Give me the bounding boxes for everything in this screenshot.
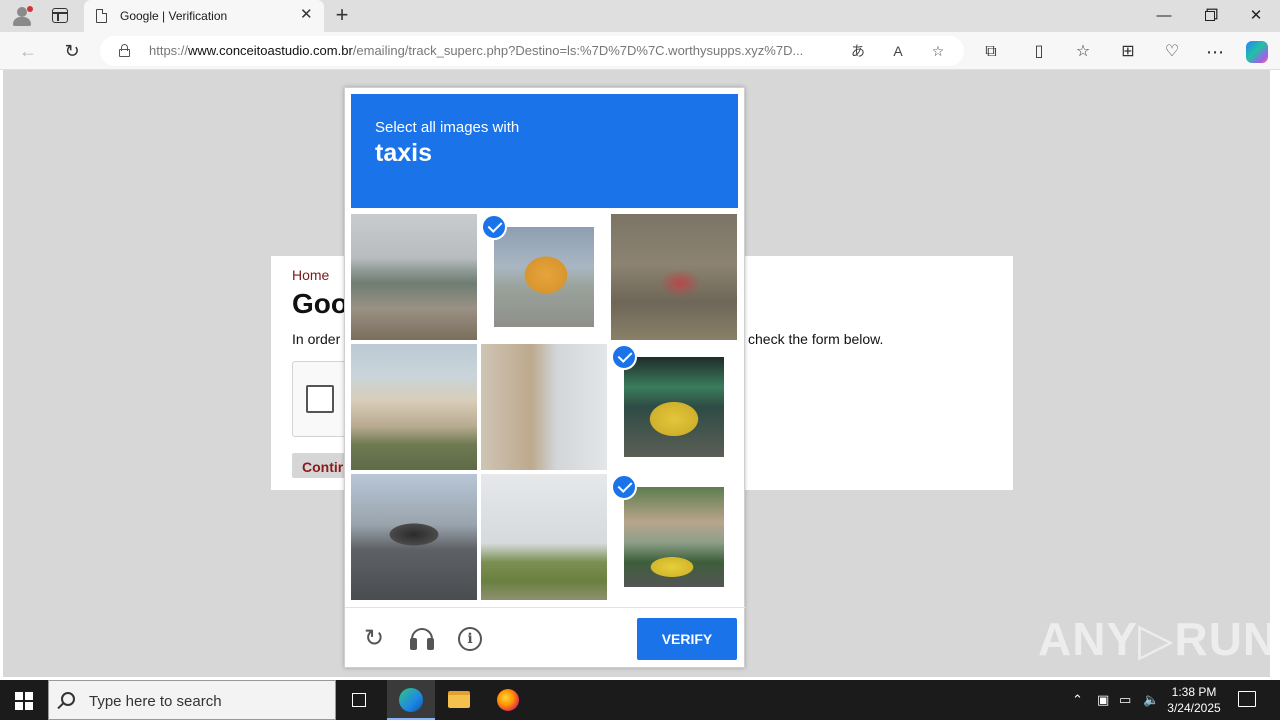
verify-button[interactable]: VERIFY: [637, 618, 737, 660]
image-tile-4[interactable]: [351, 344, 477, 470]
tile-image: [351, 214, 477, 340]
extensions-icon[interactable]: ⧉: [980, 41, 1002, 63]
clock-time: 1:38 PM: [1171, 685, 1217, 699]
notifications-icon[interactable]: [1238, 691, 1256, 707]
tile-image: [351, 344, 477, 470]
read-aloud-icon[interactable]: A: [888, 41, 908, 61]
checkmark-icon: [481, 214, 507, 240]
taskbar: Type here to search ⌃ ▣ ▭ 🔈 1:38 PM 3/24…: [0, 680, 1280, 720]
back-button[interactable]: ←: [17, 40, 39, 62]
image-tile-2[interactable]: [481, 214, 607, 340]
tile-image: [494, 227, 594, 327]
image-tile-1[interactable]: [351, 214, 477, 340]
address-bar[interactable]: https://www.conceitoastudio.com.br/email…: [100, 36, 964, 66]
translate-icon[interactable]: あ: [848, 41, 868, 61]
taskbar-search-box[interactable]: Type here to search: [48, 680, 336, 720]
checkmark-icon: [611, 344, 637, 370]
info-icon[interactable]: i: [457, 626, 483, 652]
challenge-header: Select all images with taxis: [351, 94, 738, 208]
challenge-target: taxis: [375, 139, 432, 167]
image-tile-3[interactable]: [611, 214, 737, 340]
edge-taskbar-button[interactable]: [387, 680, 435, 720]
challenge-footer: ↻ i VERIFY: [345, 607, 746, 669]
tile-image: [624, 357, 724, 457]
firefox-icon: [497, 689, 519, 711]
tile-image: [624, 487, 724, 587]
watermark-logo: ANY▷RUN: [1038, 613, 1278, 665]
windows-start-icon[interactable]: [15, 692, 33, 710]
browser-tab[interactable]: Google | Verification ✕: [84, 0, 324, 32]
search-placeholder: Type here to search: [89, 693, 222, 710]
show-hidden-icons-icon[interactable]: ⌃: [1072, 692, 1083, 708]
clock-date: 3/24/2025: [1167, 701, 1221, 715]
reload-button[interactable]: ↻: [61, 40, 83, 62]
captcha-checkbox[interactable]: [306, 385, 334, 413]
challenge-instruction: Select all images with: [375, 119, 520, 136]
close-tab-icon[interactable]: ✕: [300, 7, 313, 23]
captcha-challenge: Select all images with taxis ↻ i VERIFY: [344, 87, 746, 669]
intro-text-end: check the form below.: [748, 331, 884, 347]
file-explorer-button[interactable]: [435, 680, 483, 720]
performance-icon[interactable]: ♡: [1161, 41, 1183, 63]
tile-image: [481, 344, 607, 470]
reload-challenge-icon[interactable]: ↻: [361, 626, 387, 652]
profile-avatar-icon[interactable]: [10, 4, 34, 28]
tab-actions-icon[interactable]: [52, 8, 68, 23]
minimize-button[interactable]: —: [1154, 6, 1174, 26]
more-menu-icon[interactable]: ⋯: [1204, 41, 1226, 63]
favorite-star-icon[interactable]: ☆: [928, 41, 948, 61]
folder-icon: [448, 691, 470, 708]
image-tile-9[interactable]: [611, 474, 737, 600]
image-tile-8[interactable]: [481, 474, 607, 600]
task-view-button[interactable]: [336, 680, 384, 720]
network-icon[interactable]: ▭: [1119, 692, 1131, 708]
image-tile-5[interactable]: [481, 344, 607, 470]
firefox-taskbar-button[interactable]: [484, 680, 532, 720]
browser-title-bar: Google | Verification ✕ + — ✕: [0, 0, 1280, 32]
page-icon: [96, 9, 107, 23]
split-screen-icon[interactable]: ▯: [1028, 41, 1050, 63]
system-clock[interactable]: 1:38 PM 3/24/2025: [1166, 684, 1222, 716]
task-view-icon: [352, 693, 366, 707]
search-icon: [61, 692, 75, 706]
browser-toolbar: ← ↻ https://www.conceitoastudio.com.br/e…: [0, 32, 1280, 70]
edge-icon: [399, 688, 423, 712]
favorites-icon[interactable]: ☆: [1072, 41, 1094, 63]
image-tile-7[interactable]: [351, 474, 477, 600]
checkmark-icon: [611, 474, 637, 500]
audio-challenge-icon[interactable]: [409, 626, 435, 652]
tile-image: [611, 214, 737, 340]
tile-image: [351, 474, 477, 600]
image-tile-6[interactable]: [611, 344, 737, 470]
url-text[interactable]: https://www.conceitoastudio.com.br/email…: [149, 43, 839, 58]
restore-button[interactable]: [1200, 6, 1220, 27]
tile-image: [481, 474, 607, 600]
intro-text-start: In order: [292, 331, 341, 347]
page-heading: Goo: [292, 288, 348, 319]
new-tab-button[interactable]: +: [332, 4, 352, 26]
volume-icon[interactable]: 🔈: [1143, 692, 1159, 708]
collections-icon[interactable]: ⊞: [1117, 41, 1139, 63]
home-link[interactable]: Home: [292, 267, 329, 283]
screen: Google | Verification ✕ + — ✕ ← ↻ https:…: [0, 0, 1280, 720]
device-icon[interactable]: ▣: [1097, 692, 1109, 708]
copilot-icon[interactable]: [1246, 41, 1268, 63]
close-window-button[interactable]: ✕: [1246, 6, 1266, 26]
lock-icon[interactable]: [119, 44, 130, 57]
tab-title: Google | Verification: [120, 9, 228, 23]
